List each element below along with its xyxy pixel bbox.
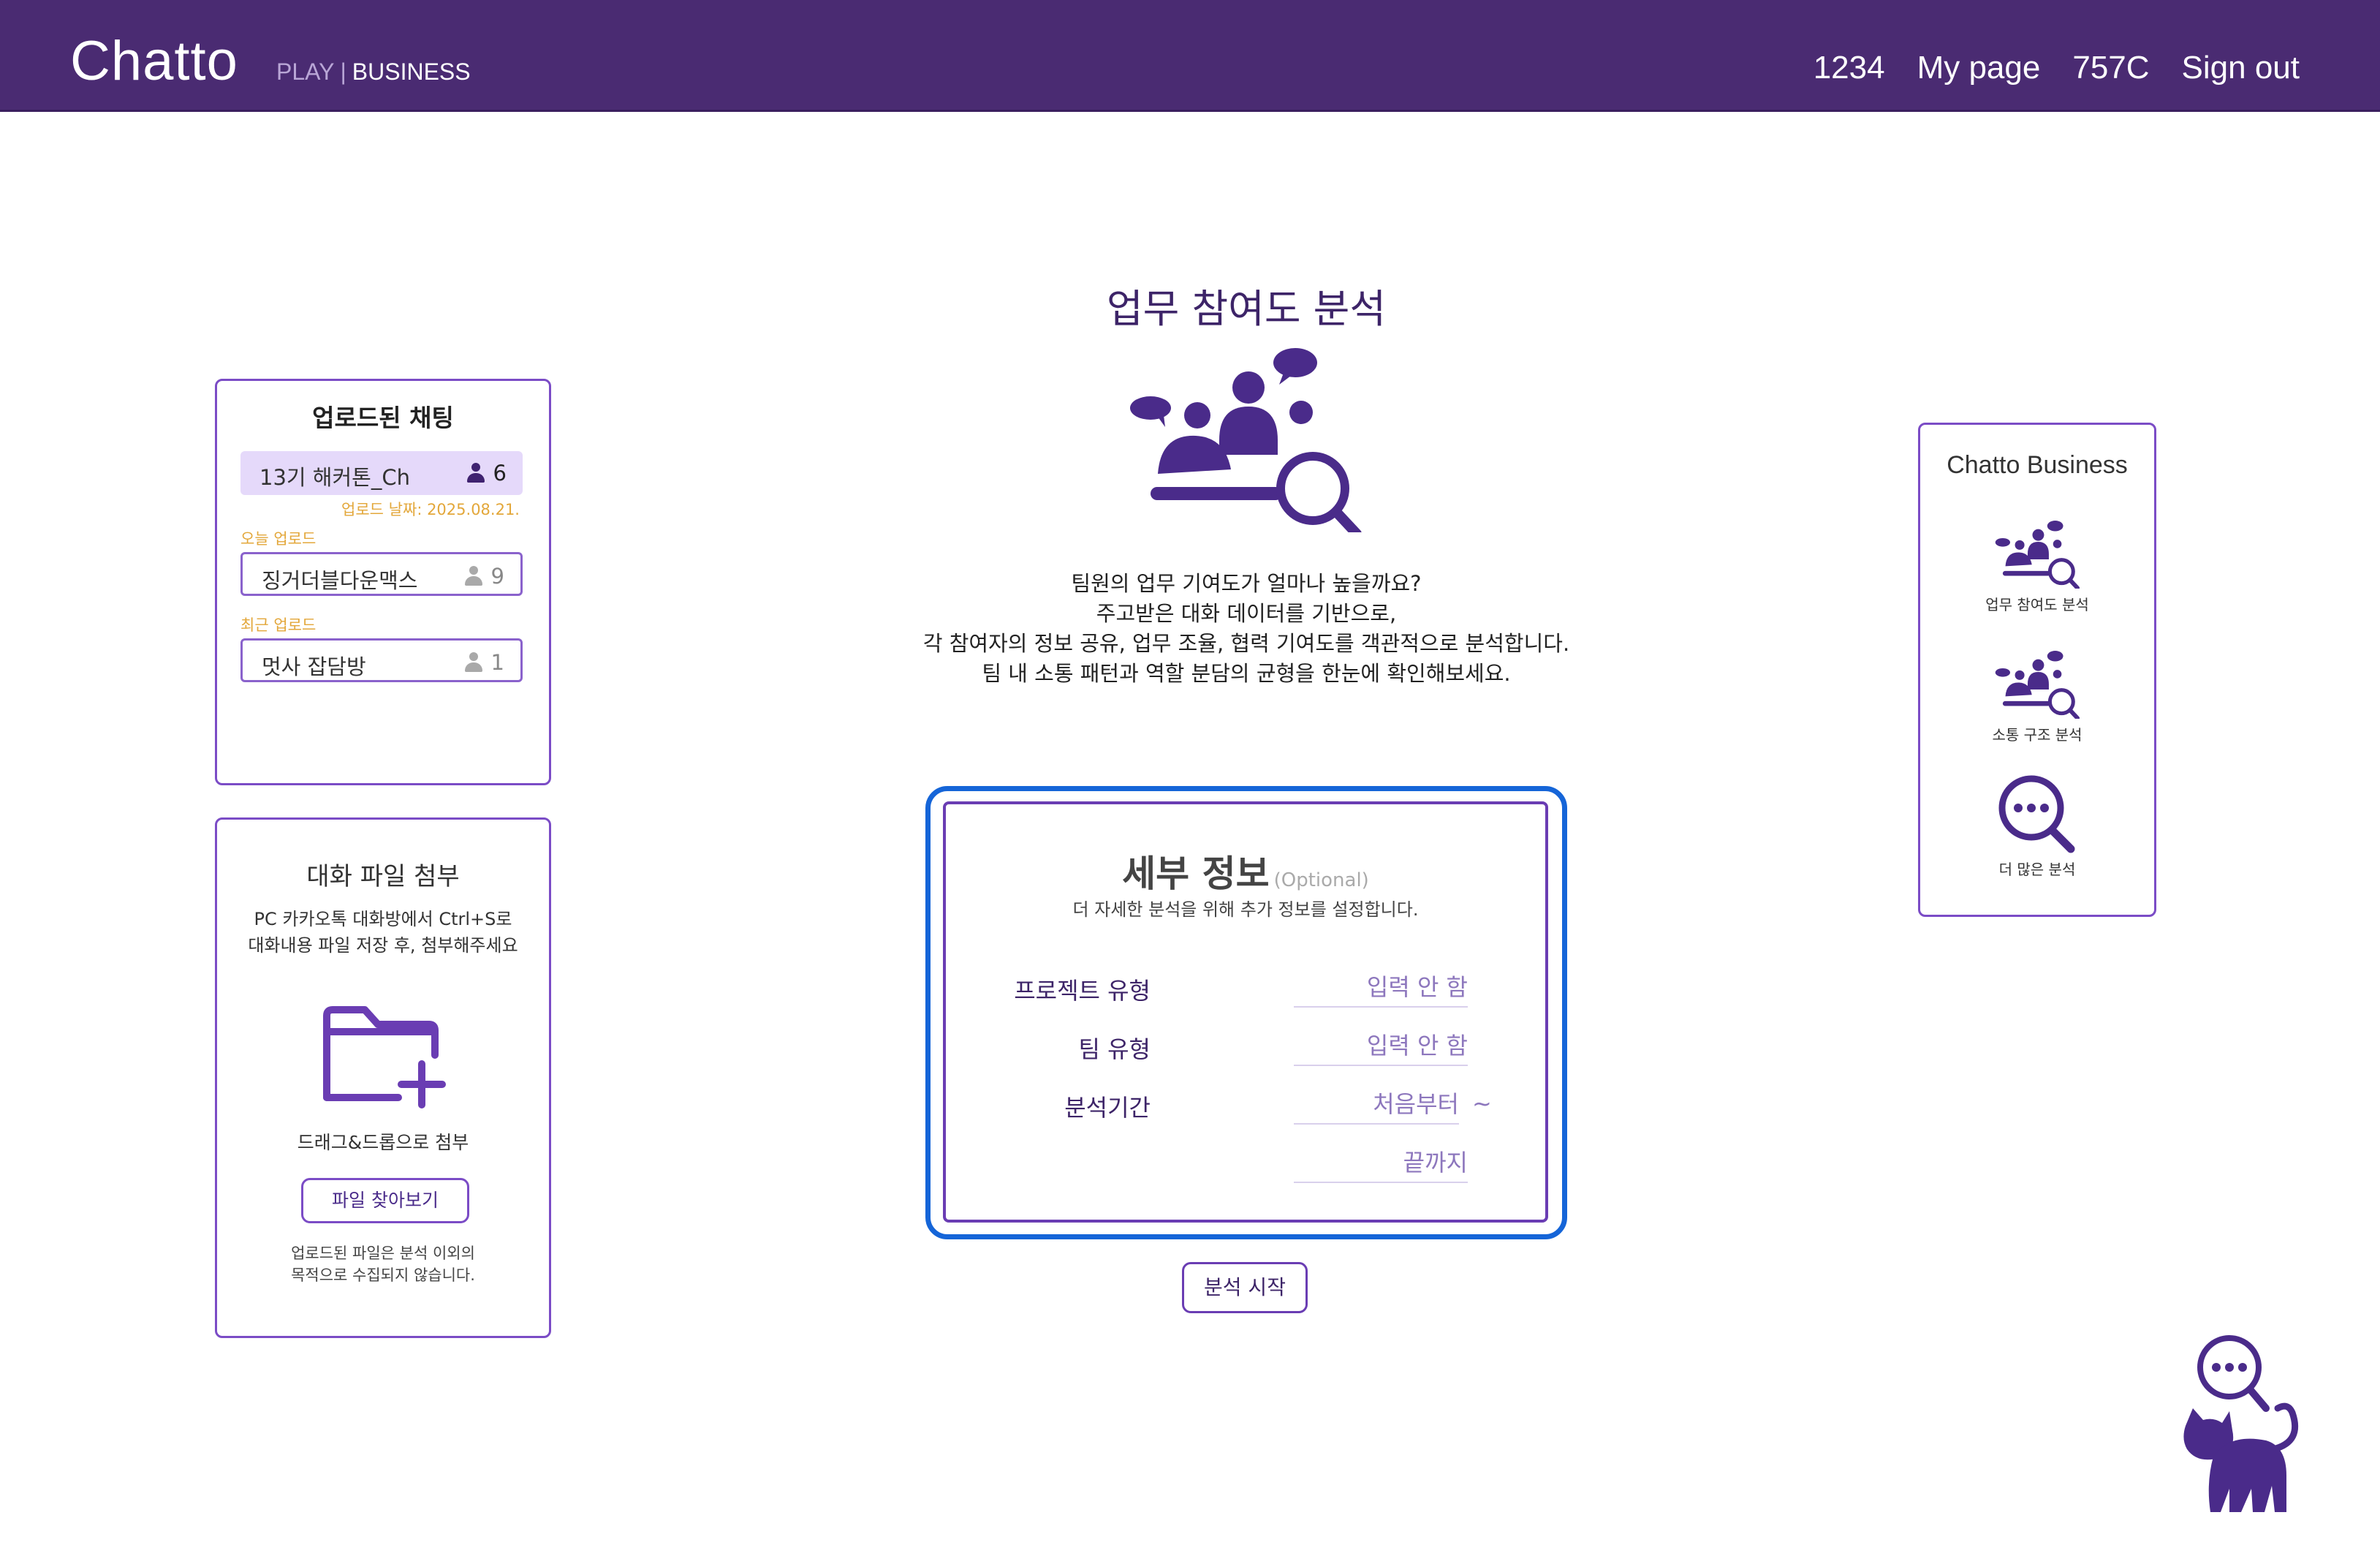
logo-separator: | <box>340 58 346 85</box>
intro-line: 팀 내 소통 패턴과 역할 분담의 균형을 한눈에 확인해보세요. <box>982 661 1511 686</box>
logo[interactable]: Chatto <box>70 29 238 93</box>
upload-date: 업로드 날짜: 2025.08.21. <box>341 501 520 518</box>
business-panel: Chatto Business 업무 참여도 분석 소통 구조 분석 더 많은 … <box>1918 423 2156 917</box>
chat-name: 멋사 잡담방 <box>262 654 366 679</box>
chat-item-recent[interactable]: 멋사 잡담방 1 <box>240 638 523 682</box>
details-subtitle: 더 자세한 분석을 위해 추가 정보를 설정합니다. <box>1072 899 1419 920</box>
period-tilde: ~ <box>1472 1089 1492 1117</box>
recent-upload-label: 최근 업로드 <box>240 616 317 634</box>
top-header: Chatto PLAY | BUSINESS 1234 My page 757C S… <box>0 0 2380 112</box>
nav-my-page[interactable]: My page <box>1917 50 2041 86</box>
biz-item-more[interactable]: 더 많은 분석 <box>1920 773 2154 879</box>
details-title: 세부 정보 <box>1122 853 1270 895</box>
person-icon <box>466 463 486 483</box>
team-type-label: 팀 유형 <box>1078 1035 1151 1063</box>
person-icon <box>463 566 484 586</box>
details-optional-tag: (Optional) <box>1273 869 1369 891</box>
business-panel-title: Chatto Business <box>1947 451 2128 479</box>
person-icon <box>463 652 484 673</box>
privacy-note: 업로드된 파일은 분석 이외의 목적으로 수집되지 않습니다. <box>217 1242 549 1286</box>
intro-line: 주고받은 대화 데이터를 기반으로, <box>1096 601 1397 626</box>
chat-item-today[interactable]: 징거더블다운맥스 9 <box>240 552 523 596</box>
team-analysis-icon <box>1995 651 2080 719</box>
browse-files-button[interactable]: 파일 찾아보기 <box>301 1178 469 1223</box>
attach-description: PC 카카오톡 대화방에서 Ctrl+S로 대화내용 파일 저장 후, 첨부해주… <box>217 906 549 959</box>
logo-play[interactable]: PLAY <box>276 58 334 85</box>
team-type-field[interactable]: 입력 안 함 <box>1294 1025 1468 1066</box>
biz-item-label: 업무 참여도 분석 <box>1985 596 2089 613</box>
period-start-field[interactable]: 처음부터 <box>1294 1084 1459 1125</box>
start-analysis-button[interactable]: 분석 시작 <box>1182 1262 1308 1313</box>
period-end-field[interactable]: 끝까지 <box>1294 1142 1468 1183</box>
uploaded-chats-title: 업로드된 채팅 <box>312 404 454 432</box>
intro-text: 팀원의 업무 기여도가 얼마나 높을까요? 주고받은 대화 데이터를 기반으로,… <box>804 569 1689 689</box>
privacy-note-line: 업로드된 파일은 분석 이외의 <box>291 1244 475 1262</box>
chat-name: 13기 해커톤_Ch <box>259 465 410 490</box>
biz-item-participation[interactable]: 업무 참여도 분석 <box>1920 518 2154 614</box>
file-attach-card[interactable]: 대화 파일 첨부 PC 카카오톡 대화방에서 Ctrl+S로 대화내용 파일 저… <box>215 817 551 1338</box>
chat-name: 징거더블다운맥스 <box>262 568 418 593</box>
more-search-icon <box>1998 775 2075 853</box>
member-count: 9 <box>463 564 504 589</box>
member-count: 1 <box>463 650 504 675</box>
details-card: 세부 정보 (Optional) 더 자세한 분석을 위해 추가 정보를 설정합니… <box>943 801 1548 1223</box>
details-header: 세부 정보 (Optional) <box>946 845 1545 897</box>
analysis-period-label: 분석기간 <box>1064 1094 1151 1122</box>
intro-line: 각 참여자의 정보 공유, 업무 조율, 협력 기여도를 객관적으로 분석합니다… <box>922 631 1570 656</box>
project-type-field[interactable]: 입력 안 함 <box>1294 967 1468 1008</box>
team-analysis-icon <box>1995 521 2080 589</box>
nav-code[interactable]: 757C <box>2072 50 2149 86</box>
nav-user-id[interactable]: 1234 <box>1814 50 1885 86</box>
attach-desc-line: PC 카카오톡 대화방에서 Ctrl+S로 <box>254 909 512 929</box>
team-analysis-icon <box>1129 345 1363 532</box>
member-count-value: 1 <box>490 650 504 675</box>
attach-desc-line: 대화내용 파일 저장 후, 첨부해주세요 <box>248 935 518 956</box>
project-type-label: 프로젝트 유형 <box>1014 977 1151 1005</box>
top-nav: 1234 My page 757C Sign out <box>1814 50 2300 86</box>
drag-drop-text: 드래그&드롭으로 첨부 <box>297 1132 469 1153</box>
member-count: 6 <box>466 461 507 486</box>
nav-sign-out[interactable]: Sign out <box>2182 50 2300 86</box>
chat-item-active[interactable]: 13기 해커톤_Ch 6 <box>240 451 523 495</box>
member-count-value: 9 <box>490 564 504 589</box>
uploaded-chats-card: 업로드된 채팅 13기 해커톤_Ch 6 업로드 날짜: 2025.08.21.… <box>215 379 551 785</box>
attach-title: 대화 파일 첨부 <box>306 862 460 891</box>
biz-item-label: 더 많은 분석 <box>1998 861 2076 878</box>
today-upload-label: 오늘 업로드 <box>240 530 317 548</box>
member-count-value: 6 <box>493 461 507 486</box>
biz-item-communication[interactable]: 소통 구조 분석 <box>1920 649 2154 744</box>
folder-add-icon[interactable] <box>319 1002 451 1112</box>
cat-search-mascot-icon[interactable] <box>2178 1332 2303 1515</box>
logo-subtitle: PLAY | BUSINESS <box>276 58 471 86</box>
page-title: 업무 참여도 분석 <box>1106 286 1387 332</box>
intro-line: 팀원의 업무 기여도가 얼마나 높을까요? <box>1071 571 1422 596</box>
logo-business[interactable]: BUSINESS <box>352 58 471 85</box>
privacy-note-line: 목적으로 수집되지 않습니다. <box>291 1266 475 1284</box>
biz-item-label: 소통 구조 분석 <box>1992 726 2082 744</box>
